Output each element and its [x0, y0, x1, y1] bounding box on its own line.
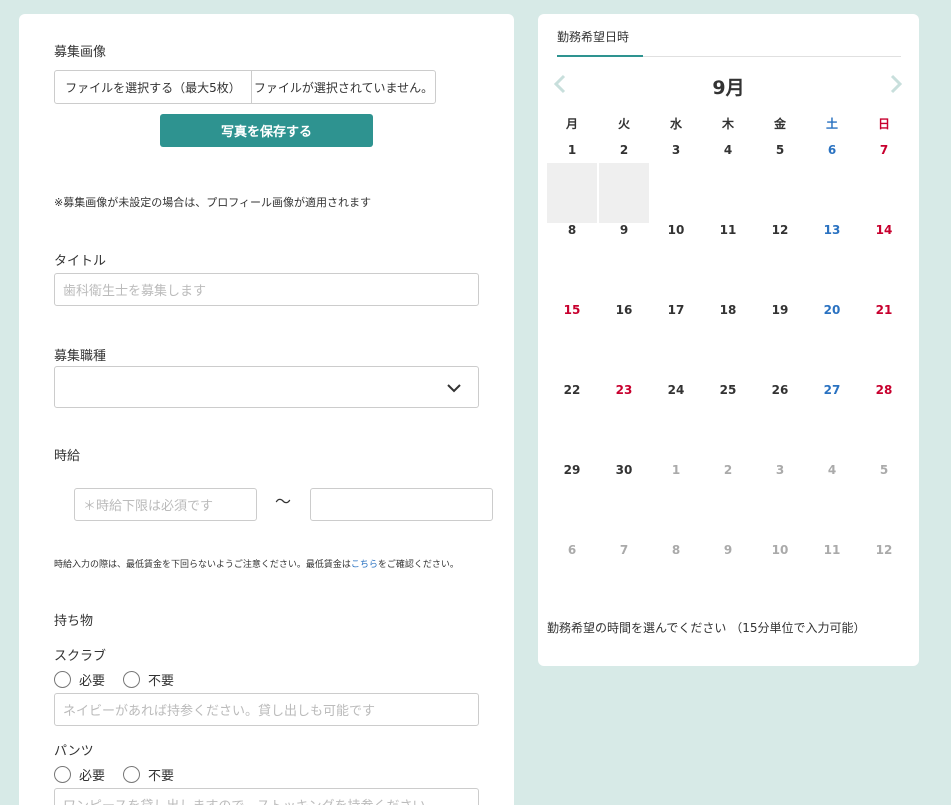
weekday-sat: 土 [825, 117, 838, 131]
scrub-radio-group: 必要 不要 [54, 670, 192, 689]
calendar-day[interactable]: 1 [650, 458, 702, 538]
image-note: ※募集画像が未設定の場合は、プロフィール画像が適用されます [54, 196, 371, 209]
calendar-day[interactable]: 15 [546, 298, 598, 378]
wage-note: 時給入力の際は、最低賃金を下回らないようご注意ください。最低賃金はこちらをご確認… [54, 560, 459, 570]
calendar-day[interactable]: 29 [546, 458, 598, 538]
calendar-day[interactable]: 9 [598, 218, 650, 298]
calendar-day[interactable]: 4 [702, 138, 754, 218]
radio-scrub-not-required[interactable]: 不要 [123, 670, 174, 689]
calendar-week-row: 8 9 10 11 12 13 14 [546, 218, 910, 298]
calendar-day[interactable]: 23 [598, 378, 650, 458]
pants-note-input[interactable]: ワンピースを貸し出しますので、ストッキングを持参ください [54, 788, 479, 805]
chevron-down-icon [447, 384, 461, 393]
calendar-day[interactable]: 14 [858, 218, 910, 298]
calendar-day[interactable]: 16 [598, 298, 650, 378]
calendar-day[interactable]: 1 [546, 138, 598, 223]
calendar-day[interactable]: 7 [598, 538, 650, 618]
save-photo-button[interactable]: 写真を保存する [160, 114, 373, 147]
radio-pants-not-required[interactable]: 不要 [123, 765, 174, 784]
calendar-day[interactable]: 5 [858, 458, 910, 538]
radio-pants-required[interactable]: 必要 [54, 765, 105, 784]
job-type-label: 募集職種 [54, 349, 107, 364]
chevron-right-icon[interactable] [889, 74, 903, 100]
file-status-text: ファイルが選択されていません。 [253, 80, 434, 95]
calendar-day[interactable]: 17 [650, 298, 702, 378]
weekday-fri: 金 [773, 117, 786, 131]
minimum-wage-link[interactable]: こちら [351, 560, 378, 570]
calendar-day[interactable]: 19 [754, 298, 806, 378]
scrub-note-input[interactable]: ネイビーがあれば持参ください。貸し出しも可能です [54, 693, 479, 726]
calendar-day[interactable]: 6 [806, 138, 858, 218]
calendar-day[interactable]: 20 [806, 298, 858, 378]
file-input[interactable]: ファイルを選択する（最大5枚） ファイルが選択されていません。 [54, 70, 436, 104]
calendar-week-row: 15 16 17 18 19 20 21 [546, 298, 910, 378]
calendar-day[interactable]: 12 [858, 538, 910, 618]
calendar-day[interactable]: 2 [598, 138, 650, 223]
weekday-header: 月 火 水 木 金 土 日 [546, 110, 910, 138]
radio-circle-icon [123, 670, 141, 688]
calendar-day[interactable]: 24 [650, 378, 702, 458]
pants-radio-group: 必要 不要 [54, 765, 192, 784]
month-title: 9月 [712, 77, 745, 99]
calendar-day[interactable]: 5 [754, 138, 806, 218]
calendar-day[interactable]: 30 [598, 458, 650, 538]
calendar-day[interactable]: 18 [702, 298, 754, 378]
calendar-day[interactable]: 11 [806, 538, 858, 618]
radio-circle-icon [54, 670, 71, 688]
calendar-day[interactable]: 25 [702, 378, 754, 458]
item-name-pants: パンツ [54, 744, 94, 759]
calendar-grid: 月 火 水 木 金 土 日 1 2 3 4 5 6 7 8 9 10 11 12 13 14 15 16 17 1… [546, 110, 910, 618]
calendar-day[interactable]: 22 [546, 378, 598, 458]
image-label: 募集画像 [54, 45, 107, 60]
calendar-day[interactable]: 27 [806, 378, 858, 458]
wage-label: 時給 [54, 449, 81, 464]
wage-min-input[interactable]: ＊時給下限は必須です [74, 488, 257, 521]
weekday-sun: 日 [877, 117, 890, 131]
calendar-day[interactable]: 13 [806, 218, 858, 298]
calendar-day[interactable]: 3 [754, 458, 806, 538]
range-tilde: 〜 [275, 492, 292, 511]
calendar-day[interactable]: 8 [650, 538, 702, 618]
calendar-day[interactable]: 8 [546, 218, 598, 298]
calendar-day[interactable]: 10 [754, 538, 806, 618]
calendar-day[interactable]: 12 [754, 218, 806, 298]
calendar-day[interactable]: 3 [650, 138, 702, 218]
calendar-week-row: 6 7 8 9 10 11 12 [546, 538, 910, 618]
wage-max-input[interactable] [310, 488, 493, 521]
item-name-scrub: スクラブ [54, 649, 107, 664]
schedule-card: 勤務希望日時 9月 月 火 水 木 金 土 日 1 2 3 4 5 6 7 8 9 10 11 12 1… [538, 14, 919, 666]
recruitment-form-card: 募集画像 ファイルを選択する（最大5枚） ファイルが選択されていません。 写真を… [19, 14, 514, 805]
calendar-day[interactable]: 6 [546, 538, 598, 618]
choose-file-button[interactable]: ファイルを選択する（最大5枚） [55, 71, 252, 103]
calendar-day[interactable]: 10 [650, 218, 702, 298]
calendar-day[interactable]: 26 [754, 378, 806, 458]
tab-preferred-datetime[interactable]: 勤務希望日時 [557, 28, 629, 45]
calendar-day[interactable]: 4 [806, 458, 858, 538]
calendar-week-row: 22 23 24 25 26 27 28 [546, 378, 910, 458]
title-label: タイトル [54, 254, 107, 269]
calendar-day[interactable]: 11 [702, 218, 754, 298]
calendar-day[interactable]: 9 [702, 538, 754, 618]
tab-active-indicator [557, 55, 643, 57]
weekday-wed: 水 [669, 117, 682, 131]
calendar-week-row: 1234567 [546, 138, 910, 223]
weekday-tue: 火 [617, 117, 630, 131]
radio-scrub-required[interactable]: 必要 [54, 670, 105, 689]
radio-circle-icon [54, 765, 71, 783]
weekday-thu: 木 [721, 117, 734, 131]
calendar-body: 1 2 3 4 5 6 7 8 9 10 11 12 13 14 15 16 17 18 19 20 21 22 23 24 2… [546, 138, 910, 618]
radio-circle-icon [123, 765, 141, 783]
calendar-day[interactable]: 2 [702, 458, 754, 538]
calendar-day[interactable]: 21 [858, 298, 910, 378]
title-input[interactable]: 歯科衛生士を募集します [54, 273, 479, 306]
calendar-day[interactable]: 28 [858, 378, 910, 458]
job-type-select[interactable] [54, 366, 479, 408]
calendar-day[interactable]: 7 [858, 138, 910, 218]
calendar-week-row: 29 30 1 2 3 4 5 [546, 458, 910, 538]
belongings-label: 持ち物 [54, 614, 94, 629]
weekday-mon: 月 [565, 117, 578, 131]
time-hint: 勤務希望の時間を選んでください （15分単位で入力可能） [547, 621, 866, 635]
